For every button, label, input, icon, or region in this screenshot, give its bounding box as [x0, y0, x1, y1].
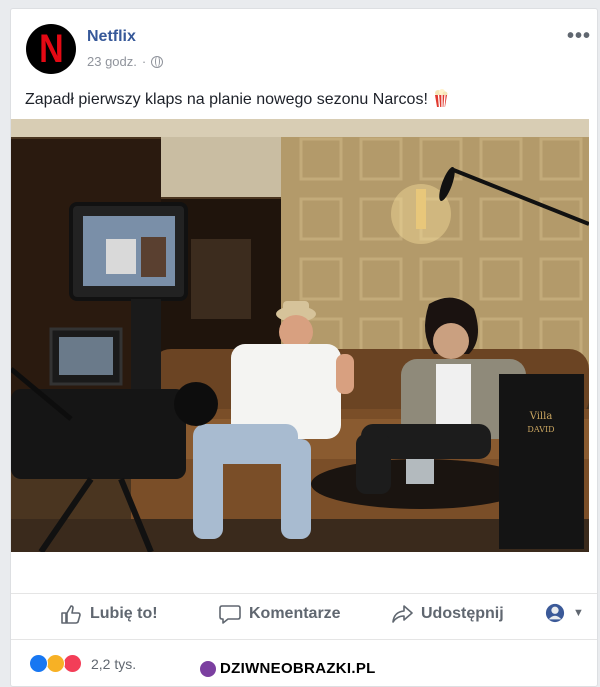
comment-button[interactable]: Komentarze — [219, 604, 341, 624]
like-button[interactable]: Lubię to! — [60, 604, 158, 624]
like-reaction-icon[interactable] — [29, 654, 48, 673]
post-actions-bar: Lubię to! Komentarze Udostępnij ▼ — [11, 593, 597, 631]
post-meta: 23 godz. · — [87, 54, 164, 69]
audience-selector[interactable]: ▼ — [545, 603, 584, 623]
post-text-content: Zapadł pierwszy klaps na planie nowego s… — [25, 91, 428, 108]
film-set-photo: Villa DAVID — [11, 119, 589, 552]
love-reaction-icon[interactable] — [63, 654, 82, 673]
haha-reaction-icon[interactable] — [46, 654, 65, 673]
watermark: DZIWNEOBRAZKI.PL — [200, 660, 376, 677]
more-options-button[interactable]: ••• — [567, 25, 591, 48]
post-timestamp[interactable]: 23 godz. — [87, 54, 137, 69]
comment-icon — [219, 605, 241, 624]
post-card: N Netflix 23 godz. · ••• Zapadł pierwszy… — [10, 8, 598, 687]
page-name-link[interactable]: Netflix — [87, 28, 136, 46]
popcorn-icon — [435, 89, 448, 107]
like-label: Lubię to! — [90, 605, 158, 622]
reactions-count[interactable]: 2,2 tys. — [91, 656, 136, 672]
watermark-logo-icon — [200, 660, 216, 677]
comment-label: Komentarze — [249, 605, 341, 622]
globe-icon[interactable] — [151, 55, 164, 68]
netflix-logo-icon: N — [38, 27, 64, 71]
share-arrow-icon — [392, 605, 413, 623]
share-label: Udostępnij — [421, 605, 504, 622]
page-avatar-small-icon — [545, 603, 565, 623]
photo-sign-text-1: Villa — [529, 411, 553, 422]
photo-sign-text-2: DAVID — [527, 425, 554, 434]
chevron-down-icon: ▼ — [573, 607, 584, 619]
post-photo[interactable]: Villa DAVID — [11, 119, 589, 552]
meta-separator: · — [141, 54, 147, 69]
post-text: Zapadł pierwszy klaps na planie nowego s… — [25, 89, 448, 109]
thumbs-up-icon — [61, 605, 81, 624]
share-button[interactable]: Udostępnij — [391, 604, 504, 624]
watermark-text: DZIWNEOBRAZKI.PL — [220, 660, 376, 677]
page-avatar[interactable]: N — [26, 24, 76, 74]
